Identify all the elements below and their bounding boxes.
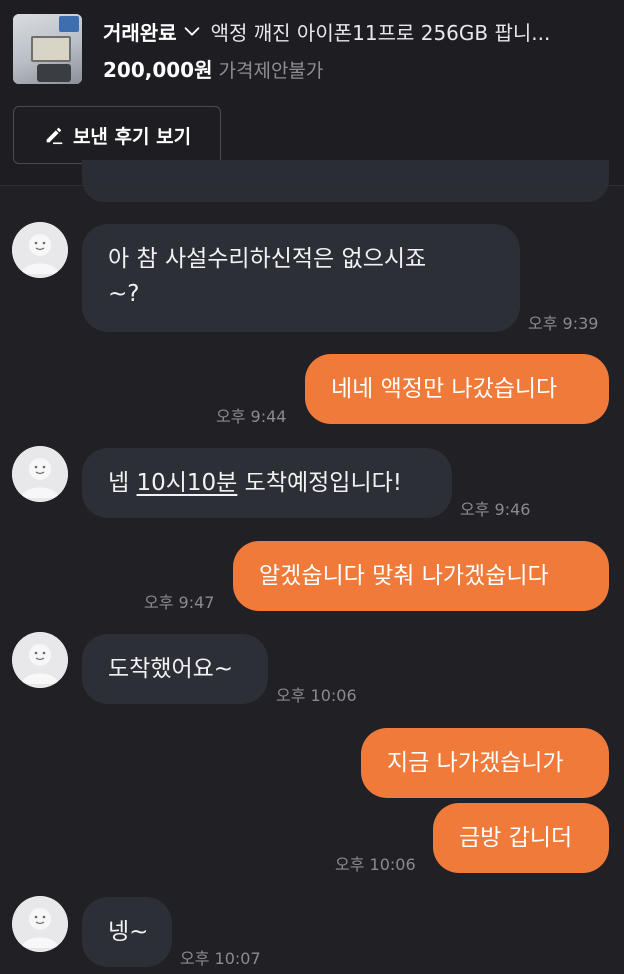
message-text: 도착했어요~ <box>108 656 234 682</box>
outgoing-message-bubble: 알겠숩니다 맞춰 나가겠숩니다 <box>233 541 609 611</box>
message-text-line: 아 참 사설수리하신적은 없으시죠 <box>108 246 427 272</box>
default-avatar-icon <box>12 222 68 278</box>
header-divider <box>0 185 624 186</box>
message-timestamp: 오후 9:39 <box>528 314 599 333</box>
price-row: 200,000원 가격제안불가 <box>103 54 323 84</box>
message-timestamp: 오후 10:06 <box>276 686 357 705</box>
incoming-message-bubble: 넵 10시10분 도착예정입니다! <box>82 448 452 518</box>
sent-review-button[interactable]: 보낸 후기 보기 <box>13 106 221 164</box>
product-status-row: 거래완료 액정 깨진 아이폰11프로 256GB 팝니... <box>103 16 613 46</box>
default-avatar-icon <box>12 896 68 952</box>
message-text: 넹~ <box>108 919 149 945</box>
incoming-message-bubble: 넹~ <box>82 897 172 967</box>
message-timestamp: 오후 10:06 <box>335 855 416 874</box>
default-avatar-icon <box>12 446 68 502</box>
message-timestamp: 오후 9:47 <box>144 593 215 612</box>
message-timestamp: 오후 9:44 <box>216 407 287 426</box>
outgoing-message-bubble: 네네 액정만 나갔습니다 <box>305 354 609 424</box>
message-text: 지금 나가겠습니가 <box>387 750 564 776</box>
price-negotiation-note: 가격제안불가 <box>218 60 324 82</box>
message-text: 네네 액정만 나갔습니다 <box>331 376 558 402</box>
chevron-down-icon[interactable] <box>181 20 203 42</box>
message-text: 도착예정입니다! <box>237 470 402 496</box>
outgoing-message-bubble: 금방 갑니더 <box>433 803 609 873</box>
incoming-message-bubble: 아 참 사설수리하신적은 없으시죠 ~? <box>82 224 520 332</box>
message-timestamp: 오후 10:07 <box>180 949 261 968</box>
default-avatar-icon <box>12 632 68 688</box>
pencil-icon <box>46 127 63 145</box>
previous-message-bubble <box>82 160 609 202</box>
outgoing-message-bubble: 지금 나가겠습니가 <box>361 728 609 798</box>
trade-status-dropdown[interactable]: 거래완료 <box>103 17 177 46</box>
product-price: 200,000원 <box>103 58 213 82</box>
avatar[interactable] <box>12 896 68 952</box>
avatar[interactable] <box>12 446 68 502</box>
sent-review-label: 보낸 후기 보기 <box>72 125 192 148</box>
time-link[interactable]: 10시10분 <box>136 470 237 496</box>
avatar[interactable] <box>12 222 68 278</box>
product-title: 액정 깨진 아이폰11프로 256GB 팝니... <box>210 20 551 45</box>
message-text: 넵 <box>108 470 137 496</box>
avatar[interactable] <box>12 632 68 688</box>
message-text-line: ~? <box>108 281 140 307</box>
message-text: 금방 갑니더 <box>459 825 573 851</box>
incoming-message-bubble: 도착했어요~ <box>82 634 268 704</box>
chat-header: 거래완료 액정 깨진 아이폰11프로 256GB 팝니... 200,000원 … <box>0 0 624 185</box>
message-text: 알겠숩니다 맞춰 나가겠숩니다 <box>259 563 549 589</box>
message-timestamp: 오후 9:46 <box>460 500 531 519</box>
product-thumbnail[interactable] <box>13 14 82 84</box>
